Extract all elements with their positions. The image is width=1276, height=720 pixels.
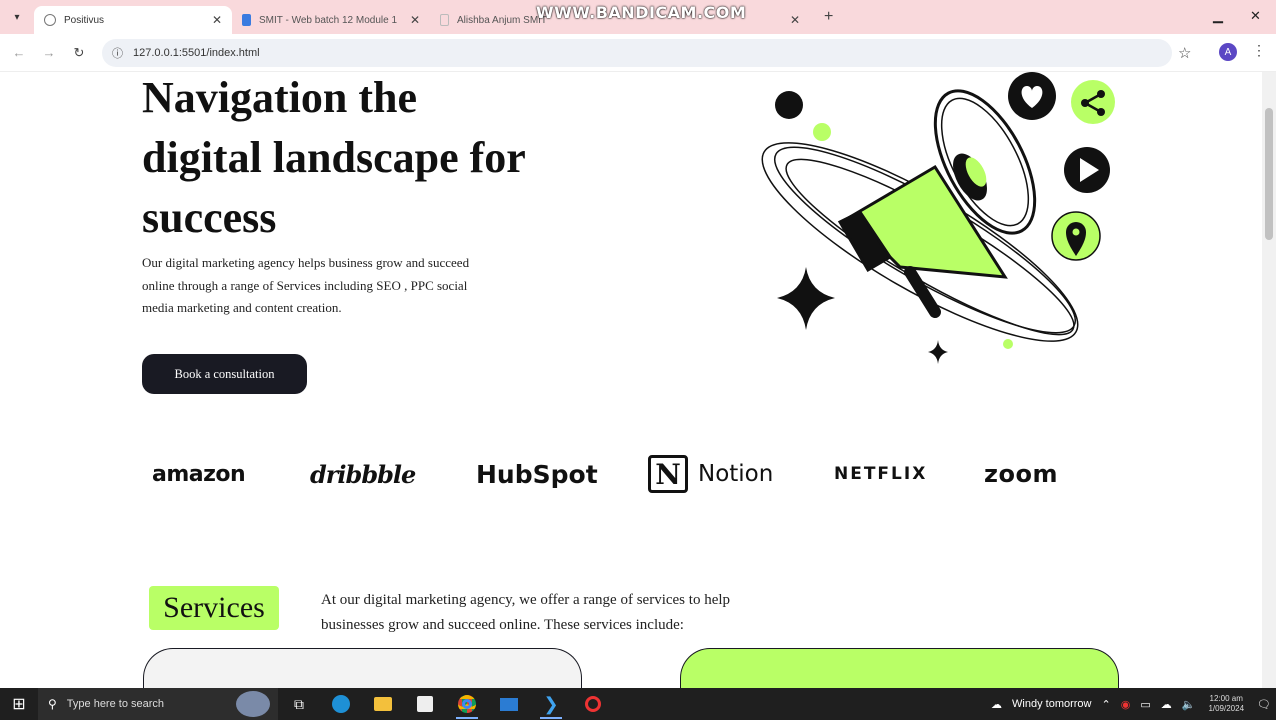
minimize-icon[interactable]: ▁ [1213,8,1223,24]
reload-icon[interactable]: ↻ [64,45,94,61]
browser-toolbar: ← → ↻ ⓘ 127.0.0.1:5501/index.html ☆ A ⋮ [0,34,1276,72]
browser-tab-strip: ▾ Positivus ✕ SMIT - Web batch 12 Module… [0,0,1276,34]
megaphone-illustration [761,72,1115,364]
amazon-logo-text: amazon [152,461,246,487]
amazon-logo: amazon [152,444,246,504]
notifications-icon[interactable]: 🗨 [1257,698,1271,711]
dribbble-logo-text: dribbble [310,459,416,489]
search-placeholder: Type here to search [66,698,165,710]
volume-icon[interactable]: 🔈 [1182,698,1196,711]
taskbar-search[interactable]: ⚲ Type here to search [38,688,278,720]
back-icon[interactable]: ← [4,45,34,60]
service-card[interactable] [143,648,582,688]
page-viewport: Navigation the digital landscape for suc… [0,72,1262,688]
tab-search-icon[interactable]: ▾ [0,0,34,34]
scrollbar-thumb[interactable] [1265,108,1273,240]
zoom-logo-text: zoom [984,460,1058,488]
docs-icon [242,14,251,26]
service-card[interactable] [680,648,1119,688]
close-tab-icon[interactable]: ✕ [790,13,800,27]
store-icon[interactable] [404,688,446,720]
cloud-icon[interactable]: ☁ [1161,698,1172,711]
record-icon[interactable]: ◉ [1121,698,1131,711]
search-highlight-image [236,691,270,717]
search-icon: ⚲ [48,697,57,711]
tab-smit[interactable]: SMIT - Web batch 12 Module 1 ✕ [232,6,430,34]
close-window-icon[interactable]: ✕ [1250,8,1261,24]
services-heading: Services [149,586,279,630]
page-scrollbar[interactable] [1262,72,1276,688]
notion-n-icon: N [648,455,688,493]
netflix-logo: NETFLIX [834,444,927,504]
menu-kebab-icon[interactable]: ⋮ [1252,42,1266,59]
zoom-logo: zoom [984,444,1058,504]
hero-title: Navigation the digital landscape for suc… [142,73,526,242]
windows-start-icon[interactable]: ⊞ [0,694,38,714]
hubspot-logo-text: HubSpot [476,459,598,489]
netflix-logo-text: NETFLIX [834,464,928,484]
file-explorer-icon[interactable] [362,688,404,720]
bookmark-star-icon[interactable]: ☆ [1178,44,1191,62]
task-view-icon[interactable]: ⧉ [278,688,320,720]
mail-icon[interactable] [488,688,530,720]
book-consultation-button[interactable]: Book a consultation [142,354,307,394]
forward-icon[interactable]: → [34,45,64,60]
clock-time: 12:00 am [1209,694,1243,703]
edge-icon[interactable] [320,688,362,720]
close-tab-icon[interactable]: ✕ [410,13,420,27]
services-description: At our digital marketing agency, we offe… [321,592,731,633]
network-icon[interactable]: ▭ [1140,698,1150,711]
profile-avatar[interactable]: A [1219,43,1237,61]
hero-description: Our digital marketing agency helps busin… [142,255,470,315]
chevron-up-icon[interactable]: ⌃ [1102,698,1111,711]
tab-title: SMIT - Web batch 12 Module 1 [259,14,398,26]
vscode-icon[interactable]: ❯ [530,688,572,720]
url-text: 127.0.0.1:5501/index.html [133,47,260,59]
new-tab-icon[interactable]: + [824,8,833,26]
windows-taskbar: ⊞ ⚲ Type here to search ⧉ ❯ ☁ Windy tomo… [0,688,1276,720]
dribbble-logo: dribbble [310,444,416,504]
tab-title: Positivus [64,14,105,26]
weather-icon: ☁ [991,698,1003,711]
sparkle-icon [777,267,835,330]
notion-logo: N Notion [648,444,773,504]
system-tray: ☁ Windy tomorrow ⌃ ◉ ▭ ☁ 🔈 12:00 am 1/09… [986,688,1276,720]
notion-logo-text: Notion [698,461,774,487]
bandicam-icon[interactable] [572,688,614,720]
dot-icon [775,91,803,119]
globe-icon [44,14,56,26]
client-logos: amazon dribbble HubSpot N Notion NETFLIX… [142,444,1122,504]
close-tab-icon[interactable]: ✕ [212,13,222,27]
clock[interactable]: 12:00 am 1/09/2024 [1208,694,1244,714]
site-info-icon[interactable]: ⓘ [112,45,123,61]
recording-watermark: WWW.BANDICAM.COM [536,3,747,22]
chrome-icon[interactable] [446,688,488,720]
share-icon [1071,80,1115,124]
weather-text[interactable]: Windy tomorrow [1012,698,1091,710]
clock-date: 1/09/2024 [1208,704,1245,713]
tab-positivus[interactable]: Positivus ✕ [34,6,232,34]
hubspot-logo: HubSpot [476,444,598,504]
address-bar[interactable]: ⓘ 127.0.0.1:5501/index.html [102,39,1172,67]
page-icon [440,14,449,26]
